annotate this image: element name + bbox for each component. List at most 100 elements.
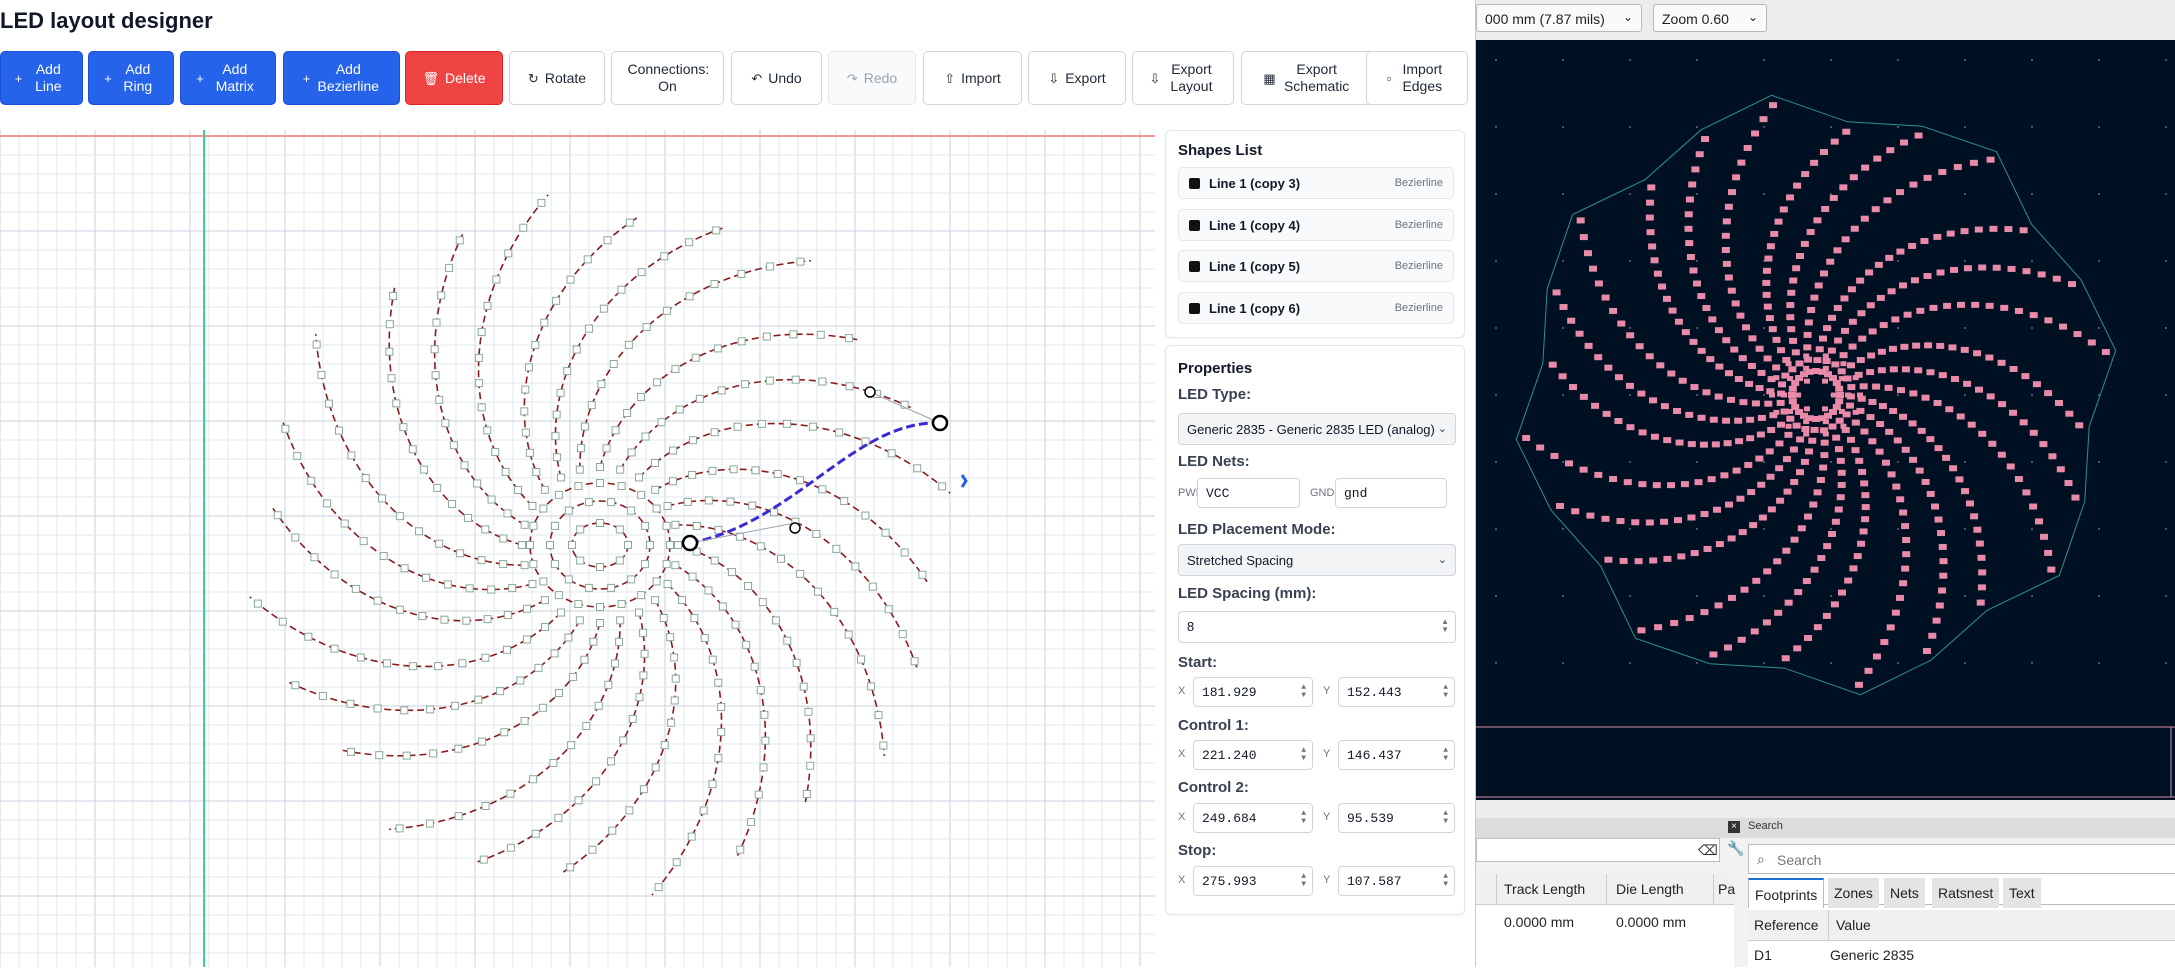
led-marker[interactable] — [455, 236, 464, 245]
led-footprint-pad[interactable] — [1963, 380, 1972, 387]
led-footprint-pad[interactable] — [1714, 327, 1723, 334]
led-footprint-pad[interactable] — [1766, 473, 1775, 480]
led-marker[interactable] — [646, 541, 654, 549]
led-marker[interactable] — [816, 330, 825, 339]
led-footprint-pad[interactable] — [1965, 500, 1974, 507]
led-marker[interactable] — [395, 512, 404, 521]
led-footprint-pad[interactable] — [2040, 533, 2049, 540]
led-footprint-pad[interactable] — [1588, 265, 1597, 272]
led-marker[interactable] — [399, 423, 408, 432]
led-marker[interactable] — [356, 653, 365, 662]
led-footprint-pad[interactable] — [1834, 446, 1843, 453]
led-footprint-pad[interactable] — [1831, 392, 1837, 398]
led-footprint-pad[interactable] — [1881, 459, 1890, 466]
led-footprint-pad[interactable] — [1961, 488, 1970, 495]
led-marker[interactable] — [667, 718, 676, 727]
led-footprint-pad[interactable] — [1819, 270, 1828, 277]
led-footprint-pad[interactable] — [1579, 393, 1588, 400]
led-footprint-pad[interactable] — [1858, 468, 1867, 475]
led-footprint-pad[interactable] — [1687, 441, 1696, 448]
led-footprint-pad[interactable] — [2000, 304, 2009, 311]
led-marker[interactable] — [500, 728, 509, 737]
led-marker[interactable] — [657, 418, 666, 427]
led-marker[interactable] — [683, 497, 692, 506]
led-footprint-pad[interactable] — [1723, 440, 1732, 447]
led-marker[interactable] — [675, 405, 684, 414]
led-footprint-pad[interactable] — [2059, 323, 2068, 330]
led-marker[interactable] — [516, 676, 525, 685]
led-footprint-pad[interactable] — [1885, 254, 1894, 261]
led-footprint-pad[interactable] — [1702, 389, 1711, 396]
led-marker[interactable] — [830, 607, 839, 616]
led-marker[interactable] — [729, 465, 738, 474]
led-footprint-pad[interactable] — [1902, 551, 1911, 558]
led-marker[interactable] — [521, 385, 530, 394]
led-footprint-pad[interactable] — [1700, 511, 1709, 518]
clear-filter-icon[interactable]: ⌫ — [1698, 842, 1718, 859]
led-footprint-pad[interactable] — [1522, 434, 1531, 441]
led-marker[interactable] — [518, 541, 526, 549]
led-footprint-pad[interactable] — [1654, 624, 1663, 631]
led-footprint-pad[interactable] — [1876, 294, 1885, 301]
led-footprint-pad[interactable] — [1579, 466, 1588, 473]
led-footprint-pad[interactable] — [1953, 163, 1962, 170]
led-marker[interactable] — [408, 662, 417, 671]
led-marker[interactable] — [718, 602, 727, 611]
led-footprint-pad[interactable] — [1827, 530, 1836, 537]
led-marker[interactable] — [691, 353, 700, 362]
led-footprint-pad[interactable] — [2032, 381, 2041, 388]
led-marker[interactable] — [628, 714, 637, 723]
led-footprint-pad[interactable] — [1645, 353, 1654, 360]
led-marker[interactable] — [588, 845, 597, 854]
led-marker[interactable] — [340, 519, 349, 528]
led-marker[interactable] — [464, 513, 473, 522]
led-footprint-pad[interactable] — [1860, 480, 1869, 487]
led-footprint-pad[interactable] — [1768, 326, 1777, 333]
led-footprint-pad[interactable] — [1929, 304, 1938, 311]
led-footprint-pad[interactable] — [1782, 456, 1791, 463]
led-footprint-pad[interactable] — [1974, 226, 1983, 233]
led-marker[interactable] — [557, 473, 565, 482]
led-footprint-pad[interactable] — [1788, 385, 1797, 392]
led-footprint-pad[interactable] — [1584, 342, 1593, 349]
led-footprint-pad[interactable] — [1963, 265, 1972, 272]
spinner-icon[interactable]: ▲ ▼ — [1443, 810, 1448, 826]
led-footprint-pad[interactable] — [1591, 402, 1600, 409]
led-marker[interactable] — [474, 379, 483, 388]
led-footprint-pad[interactable] — [1778, 381, 1787, 388]
led-marker[interactable] — [478, 737, 487, 746]
led-footprint-pad[interactable] — [1937, 530, 1946, 537]
led-marker[interactable] — [361, 474, 370, 483]
led-footprint-pad[interactable] — [1714, 602, 1723, 609]
led-footprint-pad[interactable] — [1707, 476, 1716, 483]
led-footprint-pad[interactable] — [1850, 225, 1859, 232]
led-marker[interactable] — [462, 616, 471, 625]
led-footprint-pad[interactable] — [1650, 433, 1659, 440]
led-marker[interactable] — [806, 734, 815, 743]
led-footprint-pad[interactable] — [1638, 481, 1647, 488]
led-marker[interactable] — [802, 789, 811, 798]
led-marker[interactable] — [584, 324, 593, 333]
led-marker[interactable] — [615, 556, 624, 565]
led-marker[interactable] — [447, 500, 456, 509]
led-marker[interactable] — [575, 616, 584, 625]
led-marker[interactable] — [551, 432, 560, 441]
spinner-icon[interactable]: ▲ ▼ — [1443, 747, 1448, 763]
led-footprint-pad[interactable] — [1795, 360, 1804, 367]
led-marker[interactable] — [607, 757, 616, 766]
led-footprint-pad[interactable] — [1978, 264, 1987, 271]
led-footprint-pad[interactable] — [1808, 437, 1817, 444]
led-footprint-pad[interactable] — [1793, 182, 1802, 189]
led-footprint-pad[interactable] — [1839, 352, 1848, 359]
led-marker[interactable] — [867, 682, 876, 691]
led-footprint-pad[interactable] — [1836, 457, 1845, 464]
led-footprint-pad[interactable] — [1660, 403, 1669, 410]
led-footprint-pad[interactable] — [1891, 316, 1900, 323]
led-footprint-pad[interactable] — [1973, 526, 1982, 533]
led-footprint-pad[interactable] — [1837, 469, 1846, 476]
led-marker[interactable] — [564, 633, 573, 642]
led-footprint-pad[interactable] — [1833, 247, 1842, 254]
led-footprint-pad[interactable] — [1625, 382, 1634, 389]
led-marker[interactable] — [473, 479, 482, 488]
led-footprint-pad[interactable] — [1887, 288, 1896, 295]
